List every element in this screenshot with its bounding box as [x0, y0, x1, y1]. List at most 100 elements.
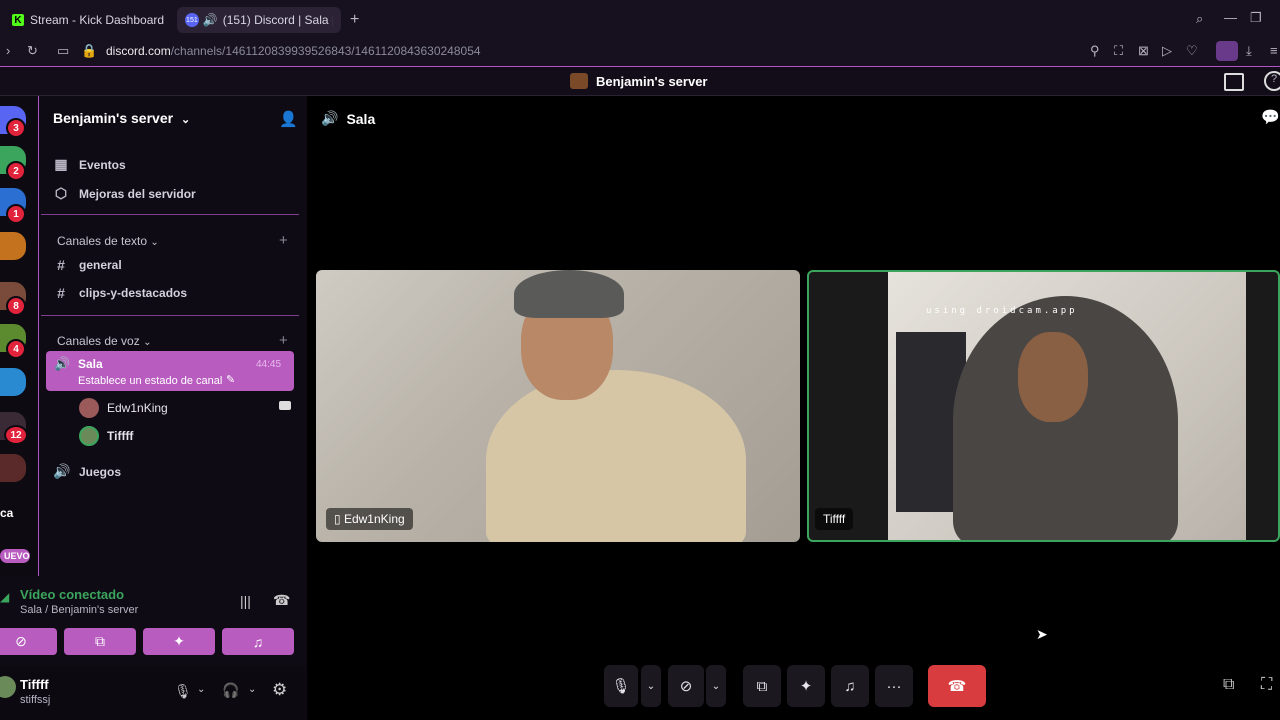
- popout-icon[interactable]: ⧉: [1223, 676, 1234, 694]
- channel-label: Juegos: [79, 464, 122, 479]
- chevron-down-icon[interactable]: ⌄: [248, 684, 256, 695]
- hash-icon: #: [57, 285, 65, 301]
- camera-watermark: using droidcam.app: [926, 306, 1078, 316]
- voice-category-header[interactable]: Canales de voz ⌄: [57, 334, 151, 348]
- unread-badge: 1: [6, 204, 26, 224]
- server-label[interactable]: ca: [0, 506, 13, 520]
- channel-status[interactable]: Establece un estado de canal: [78, 375, 222, 387]
- unread-badge: 2: [6, 161, 26, 181]
- tab-kick-dashboard[interactable]: K Stream - Kick Dashboard: [4, 7, 174, 33]
- tab-label: Stream - Kick Dashboard: [30, 13, 165, 27]
- call-area: 🔊 Sala 💬 ▯ Edw1nKing using droidcam.app …: [307, 96, 1280, 720]
- search-tabs-icon[interactable]: ⌕: [1196, 11, 1203, 27]
- soundboard-icon: ♫: [844, 677, 856, 695]
- shield-icon[interactable]: ⊠: [1138, 43, 1149, 59]
- channel-clips[interactable]: # clips-y-destacados: [53, 285, 187, 301]
- heart-icon[interactable]: ♡: [1186, 43, 1198, 59]
- calendar-icon: ▦: [54, 156, 68, 172]
- voice-user-edw1nking[interactable]: Edw1nKing: [79, 398, 168, 418]
- menu-icon[interactable]: ≡: [1270, 43, 1278, 58]
- pin-icon[interactable]: ⚲: [1090, 43, 1100, 59]
- server-name: Benjamin's server: [53, 110, 174, 126]
- add-channel-icon[interactable]: +: [279, 332, 288, 349]
- mic-icon[interactable]: 🎙: [174, 683, 192, 700]
- gear-icon[interactable]: ⚙: [272, 680, 287, 700]
- invite-icon[interactable]: 👤: [279, 110, 298, 128]
- send-icon[interactable]: ▷: [1162, 43, 1172, 59]
- speaker-icon: 🔊: [202, 13, 218, 27]
- minimize-icon[interactable]: —: [1224, 10, 1237, 25]
- sidebar-item-eventos[interactable]: ▦ Eventos: [53, 156, 126, 173]
- voice-user-tiffff[interactable]: Tiffff: [79, 426, 133, 446]
- url-field[interactable]: discord.com/channels/1461120839939526843…: [106, 44, 481, 58]
- pencil-icon[interactable]: ✎: [226, 373, 235, 386]
- user-panel: Tiffff stiffssj 🎙 ⌄ 🎧 ⌄ ⚙: [0, 666, 306, 720]
- server-icon-7[interactable]: [0, 368, 26, 396]
- channel-general[interactable]: # general: [53, 257, 122, 273]
- more-options-button[interactable]: ···: [875, 665, 913, 707]
- maximize-icon[interactable]: ❐: [1250, 10, 1262, 26]
- activities-button[interactable]: ✦: [143, 628, 215, 655]
- disconnect-icon[interactable]: ☎: [273, 592, 290, 609]
- divider: [41, 315, 299, 316]
- sidebar-item-label: Eventos: [79, 157, 126, 172]
- forward-icon[interactable]: ›: [6, 43, 10, 58]
- channel-timer: 44:45: [256, 359, 282, 370]
- cap-shape: [514, 270, 624, 318]
- kick-favicon-icon: K: [12, 14, 24, 26]
- soundboard-button[interactable]: ♫: [831, 665, 869, 707]
- help-icon[interactable]: ?: [1264, 71, 1280, 91]
- voice-channel-juegos[interactable]: 🔊 Juegos: [53, 463, 121, 480]
- end-call-button[interactable]: ☎: [928, 665, 986, 707]
- chat-icon[interactable]: 💬: [1261, 108, 1280, 126]
- server-name-dropdown[interactable]: Benjamin's server ⌄: [53, 110, 190, 126]
- unread-badge: 4: [6, 339, 26, 359]
- url-path: /channels/1461120839939526843/1461120843…: [170, 44, 481, 58]
- username[interactable]: Tiffff: [20, 677, 49, 692]
- camera-icon[interactable]: ▭: [57, 43, 69, 59]
- server-icon-4[interactable]: [0, 232, 26, 260]
- camera-options-button[interactable]: ⌄: [706, 665, 726, 707]
- mic-options-button[interactable]: ⌄: [641, 665, 661, 707]
- screen-share-button[interactable]: ⧉: [743, 665, 781, 707]
- sidebar-item-mejoras[interactable]: ⬡ Mejoras del servidor: [53, 185, 196, 202]
- camera-off-icon: ⊘: [15, 633, 27, 649]
- screenshot-icon[interactable]: ⛶: [1114, 43, 1123, 59]
- chevron-down-icon[interactable]: ⌄: [197, 684, 205, 695]
- speaker-icon: 🔊: [54, 356, 71, 371]
- screen-share-button[interactable]: ⧉: [64, 628, 136, 655]
- soundboard-button[interactable]: ♫: [222, 628, 294, 655]
- divider: [41, 214, 299, 215]
- fullscreen-icon[interactable]: ⛶: [1261, 676, 1272, 694]
- video-tile-edw1nking[interactable]: ▯ Edw1nKing: [316, 270, 800, 542]
- video-tile-tiffff[interactable]: using droidcam.app Tiffff: [807, 270, 1280, 542]
- headphones-icon[interactable]: 🎧: [222, 682, 239, 699]
- connection-status[interactable]: Vídeo conectado: [20, 587, 124, 602]
- lock-icon: 🔒: [81, 43, 98, 58]
- participant-name: Edw1nKing: [343, 512, 405, 526]
- noise-suppression-icon[interactable]: |||: [240, 593, 251, 609]
- signal-icon[interactable]: ◢: [0, 590, 9, 604]
- mic-button[interactable]: 🎙: [604, 665, 638, 707]
- camera-button[interactable]: ⊘: [668, 665, 704, 707]
- participant-nametag: ▯ Edw1nKing: [326, 508, 413, 530]
- server-icon-9[interactable]: [0, 454, 26, 482]
- tab-discord[interactable]: 151 🔊 (151) Discord | Sala | Be: [177, 7, 341, 33]
- channel-label: Sala: [78, 357, 103, 371]
- extension-icon[interactable]: [1216, 41, 1238, 61]
- add-channel-icon[interactable]: +: [279, 232, 288, 249]
- unread-badge: 12: [4, 425, 28, 445]
- face-shape: [1018, 332, 1088, 422]
- new-tab-icon[interactable]: +: [350, 11, 359, 29]
- ellipsis-icon: ···: [886, 677, 902, 695]
- download-icon[interactable]: ⤓: [1246, 43, 1252, 59]
- category-label: Canales de voz: [57, 334, 140, 348]
- voice-channel-sala[interactable]: 🔊 Sala 44:45 Establece un estado de cana…: [46, 351, 294, 391]
- avatar[interactable]: [0, 676, 16, 698]
- reload-icon[interactable]: ↻: [27, 43, 38, 59]
- activities-button[interactable]: ✦: [787, 665, 825, 707]
- inbox-icon[interactable]: [1224, 73, 1244, 91]
- text-category-header[interactable]: Canales de texto ⌄: [57, 234, 159, 248]
- camera-off-button[interactable]: ⊘: [0, 628, 57, 655]
- channel-title: Sala: [346, 110, 376, 127]
